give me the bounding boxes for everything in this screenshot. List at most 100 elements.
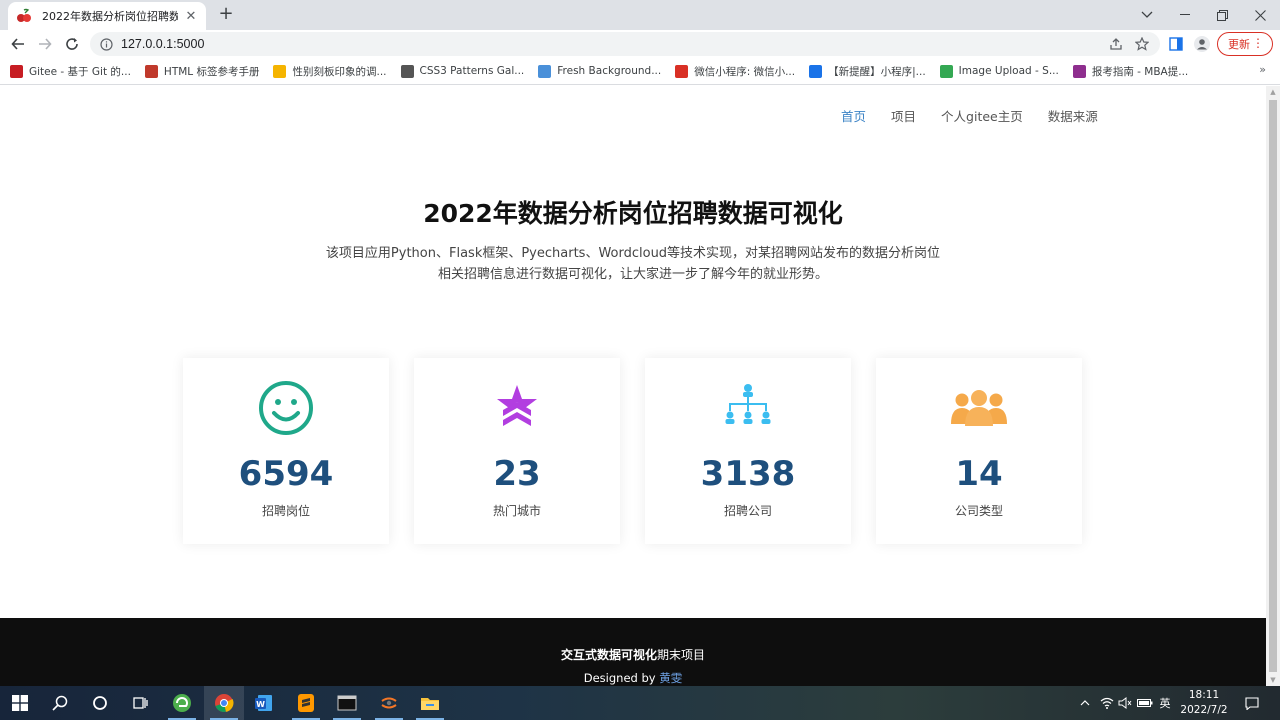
bookmark-favicon-icon <box>273 64 287 78</box>
scroll-up-icon[interactable]: ▲ <box>1269 88 1277 96</box>
close-window-icon[interactable] <box>1241 0 1279 30</box>
nav-link[interactable]: 个人gitee主页 <box>941 106 1023 125</box>
windows-start-icon[interactable] <box>0 686 40 720</box>
minimize-icon[interactable] <box>1166 0 1204 30</box>
update-label: 更新 <box>1228 38 1250 51</box>
bookmark-item[interactable]: 微信小程序: 微信小... <box>675 64 795 79</box>
page-description: 该项目应用Python、Flask框架、Pyecharts、Wordcloud等… <box>0 243 1266 285</box>
clock-time: 18:11 <box>1188 689 1220 701</box>
stat-label: 热门城市 <box>492 504 541 518</box>
volume-muted-icon[interactable] <box>1116 686 1134 720</box>
bookmark-star-icon[interactable] <box>1134 36 1150 52</box>
bookmark-label: HTML 标签参考手册 <box>163 65 260 78</box>
bookmark-favicon-icon <box>675 64 689 78</box>
description-line-1: 该项目应用Python、Flask框架、Pyecharts、Wordcloud等… <box>325 246 941 261</box>
scroll-down-icon[interactable]: ▼ <box>1269 676 1277 684</box>
forward-icon[interactable] <box>35 34 55 54</box>
notification-icon[interactable] <box>1242 686 1262 720</box>
designed-by-text: Designed by <box>583 671 656 685</box>
bookmark-item[interactable]: Fresh Background... <box>538 64 662 78</box>
reload-icon[interactable] <box>62 34 82 54</box>
tab-title: 2022年数据分析岗位招聘数据可 <box>42 10 178 23</box>
group-icon <box>949 380 1009 436</box>
bookmark-item[interactable]: HTML 标签参考手册 <box>144 64 260 79</box>
tab-close-icon[interactable]: ✕ <box>184 9 198 24</box>
bookmark-label: 性别刻板印象的调... <box>292 65 387 78</box>
app-icon-green-browser[interactable] <box>162 686 202 720</box>
stat-label: 招聘公司 <box>723 504 772 518</box>
nav-link[interactable]: 首页 <box>841 106 866 125</box>
bookmarks-bar: Gitee - 基于 Git 的... HTML 标签参考手册 性别刻板印象的调..… <box>0 58 1280 85</box>
more-menu-icon[interactable]: ⋮ <box>1252 36 1264 50</box>
side-panel-icon[interactable] <box>1168 36 1184 52</box>
task-view-icon[interactable] <box>120 686 160 720</box>
bookmark-item[interactable]: 【新提醒】小程序|... <box>809 64 926 79</box>
sublime-text-icon[interactable] <box>286 686 326 720</box>
star-chevron-icon <box>487 380 547 436</box>
stat-value: 6594 <box>238 454 334 494</box>
browser-tab[interactable]: 2022年数据分析岗位招聘数据可 ✕ <box>8 2 206 30</box>
bookmark-label: 微信小程序: 微信小... <box>694 65 796 78</box>
page-footer: 交互式数据可视化期末项目 Designed by 黄雯 <box>0 618 1266 686</box>
profile-avatar-icon[interactable] <box>1194 36 1210 52</box>
network-icon[interactable] <box>1097 686 1117 720</box>
svg-text:W: W <box>256 700 265 709</box>
cortana-icon[interactable] <box>80 686 120 720</box>
bookmark-label: Gitee - 基于 Git 的... <box>29 65 131 78</box>
stat-value: 23 <box>493 454 541 494</box>
bookmark-favicon-icon <box>144 64 158 78</box>
nav-link[interactable]: 项目 <box>891 106 916 125</box>
bookmark-item[interactable]: Image Upload - S... <box>939 64 1059 78</box>
site-info-icon[interactable] <box>100 37 113 51</box>
battery-icon[interactable] <box>1136 686 1154 720</box>
jupyter-icon[interactable] <box>369 686 409 720</box>
stat-label: 招聘岗位 <box>261 504 310 518</box>
bookmark-label: Fresh Background... <box>557 65 662 77</box>
address-bar[interactable]: 127.0.0.1:5000 <box>90 32 1160 56</box>
clock-date: 2022/7/2 <box>1180 704 1228 716</box>
word-icon[interactable]: W <box>244 686 284 720</box>
author-link[interactable]: 黄雯 <box>659 671 682 685</box>
footer-title-bold: 交互式数据可视化 <box>560 648 657 662</box>
stat-card-companies: 3138 招聘公司 <box>645 358 851 544</box>
share-icon[interactable] <box>1108 36 1124 52</box>
stat-card-jobs: 6594 招聘岗位 <box>183 358 389 544</box>
windows-taskbar: W 英 18:11 2022/7/2 <box>0 686 1280 720</box>
stat-value: 14 <box>955 454 1003 494</box>
bookmark-item[interactable]: 报考指南 - MBA提... <box>1072 64 1189 79</box>
bookmark-label: Image Upload - S... <box>958 65 1059 77</box>
system-clock[interactable]: 18:11 2022/7/2 <box>1176 688 1232 718</box>
nav-link[interactable]: 数据来源 <box>1048 106 1098 125</box>
bookmark-item[interactable]: CSS3 Patterns Gal... <box>400 64 524 78</box>
tab-search-icon[interactable] <box>1128 0 1166 30</box>
bookmark-item[interactable]: 性别刻板印象的调... <box>273 64 387 79</box>
chrome-icon[interactable] <box>204 686 244 720</box>
bookmark-favicon-icon <box>1072 64 1086 78</box>
bookmark-favicon-icon <box>10 64 23 78</box>
terminal-icon[interactable] <box>327 686 367 720</box>
new-tab-icon[interactable]: + <box>216 4 236 24</box>
cherry-favicon-icon <box>17 8 31 22</box>
update-button[interactable]: 更新 ⋮ <box>1217 32 1273 56</box>
bookmark-favicon-icon <box>538 64 552 78</box>
restore-icon[interactable] <box>1203 0 1241 30</box>
stat-value: 3138 <box>700 454 796 494</box>
footer-credit: Designed by 黄雯 <box>0 670 1266 686</box>
bookmark-label: 报考指南 - MBA提... <box>1091 65 1189 78</box>
stat-label: 公司类型 <box>954 504 1003 518</box>
footer-title: 交互式数据可视化期末项目 <box>0 646 1266 663</box>
site-nav: 首页 项目 个人gitee主页 数据来源 <box>841 106 1123 125</box>
scroll-thumb[interactable] <box>1269 100 1277 672</box>
page-scrollbar[interactable]: ▲ ▼ <box>1266 86 1280 686</box>
url-text: 127.0.0.1:5000 <box>121 37 205 51</box>
bookmark-item[interactable]: Gitee - 基于 Git 的... <box>10 64 131 79</box>
org-chart-icon <box>718 380 778 436</box>
file-explorer-icon[interactable] <box>410 686 450 720</box>
input-method-indicator[interactable]: 英 <box>1156 686 1174 720</box>
more-bookmarks-icon[interactable]: » <box>1259 63 1266 76</box>
bookmark-label: 【新提醒】小程序|... <box>828 65 926 78</box>
stat-card-cities: 23 热门城市 <box>414 358 620 544</box>
search-icon[interactable] <box>40 686 80 720</box>
tray-overflow-icon[interactable] <box>1076 686 1094 720</box>
back-icon[interactable] <box>8 34 28 54</box>
